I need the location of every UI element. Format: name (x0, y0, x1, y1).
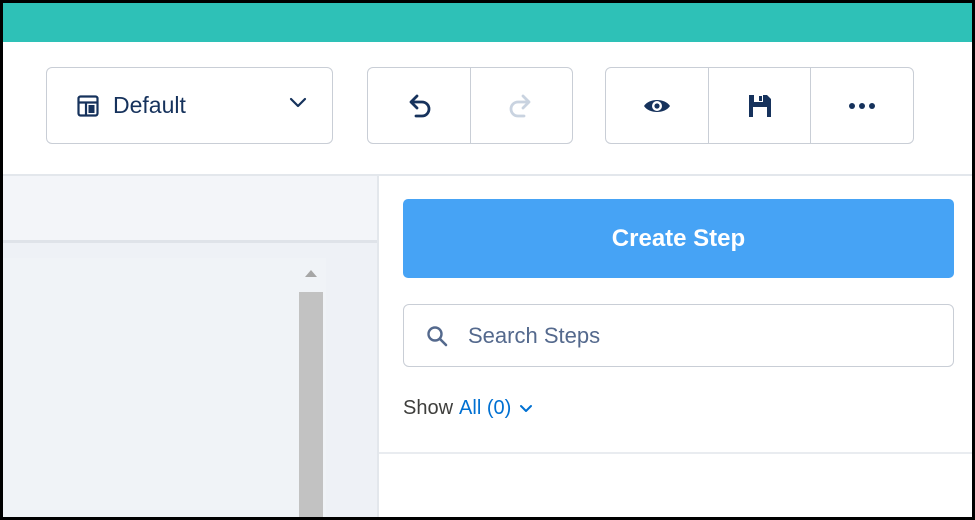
actions-button-group (605, 67, 914, 144)
redo-icon (506, 91, 536, 121)
chevron-down-icon (288, 96, 308, 110)
show-filter-link[interactable]: All (0) (459, 397, 511, 420)
eye-icon (642, 95, 672, 117)
create-step-button[interactable]: Create Step (403, 199, 954, 278)
create-step-label: Create Step (611, 224, 746, 252)
search-icon (426, 325, 448, 347)
save-button[interactable] (707, 68, 811, 143)
undo-icon (404, 91, 434, 121)
panel-separator (379, 452, 972, 454)
scrollbar-thumb[interactable] (299, 292, 323, 517)
layout-dropdown[interactable]: Default (46, 67, 333, 144)
canvas-body (3, 258, 326, 517)
app-frame: Default Create Step Search Steps Show Al… (3, 3, 972, 517)
panel-divider (377, 176, 379, 517)
more-icon (847, 102, 877, 110)
canvas-header (3, 176, 377, 243)
redo-button[interactable] (469, 68, 573, 143)
history-button-group (367, 67, 573, 144)
top-color-bar (3, 3, 972, 42)
show-filter-row: Show All (0) (403, 397, 533, 420)
search-steps-input[interactable] (466, 321, 910, 350)
layout-label: Default (113, 92, 186, 118)
scroll-up-arrow[interactable] (299, 262, 323, 284)
show-label: Show (403, 397, 454, 419)
undo-button[interactable] (368, 68, 470, 143)
more-actions-button[interactable] (810, 68, 913, 143)
preview-button[interactable] (606, 68, 708, 143)
chevron-down-icon[interactable] (519, 404, 533, 414)
builder-canvas (3, 176, 377, 517)
layout-icon (77, 94, 99, 117)
search-steps-field (403, 304, 954, 367)
save-icon (746, 92, 774, 120)
toolbar: Default (3, 42, 972, 176)
